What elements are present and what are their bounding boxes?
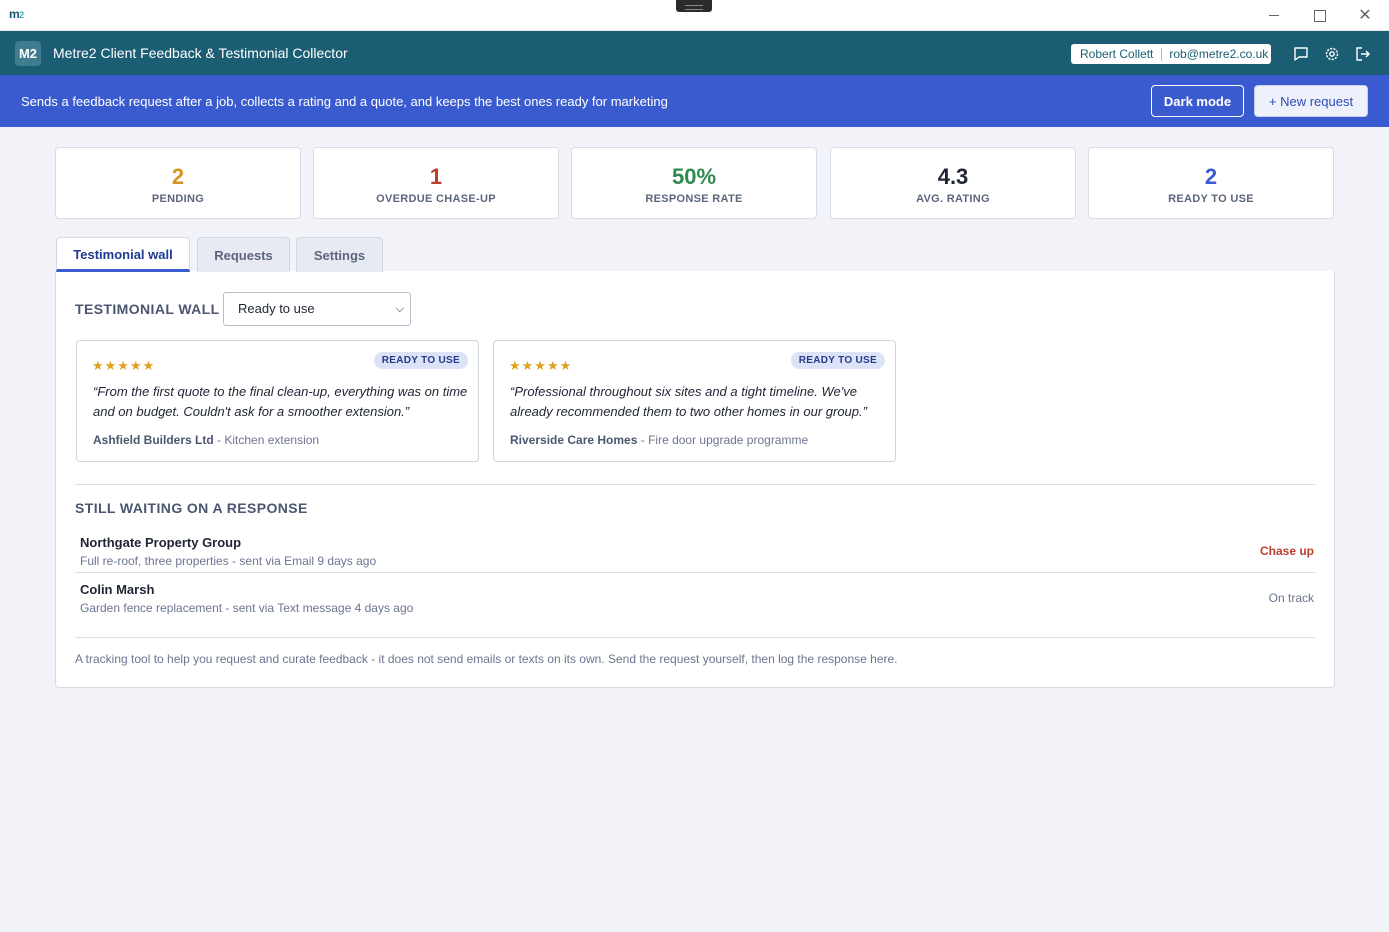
app-badge: M2 [15,41,41,66]
status-badge: READY TO USE [790,352,885,369]
section-divider [75,637,1315,638]
app-logo: m2 [9,7,24,21]
banner-description: Sends a feedback request after a job, co… [21,94,668,109]
chevron-down-icon: ⌵ [395,303,404,315]
job-name: - Fire door upgrade programme [637,433,809,447]
status-badge: READY TO USE [373,352,468,369]
tab-requests[interactable]: Requests [197,237,290,272]
feedback-chat-icon[interactable] [1292,45,1310,63]
tab-testimonial-wall[interactable]: Testimonial wall [56,237,190,272]
user-email: rob@metre2.co.uk [1169,47,1269,61]
stat-label: OVERDUE CHASE-UP [376,193,496,205]
stat-value: 2 [171,164,185,189]
stat-label: AVG. RATING [916,193,990,205]
client-name: Riverside Care Homes [510,433,638,447]
window-titlebar: m2 ✕ [0,0,1389,31]
minimize-button[interactable] [1264,6,1284,24]
testimonial-wall-title: TESTIMONIAL WALL [75,301,220,317]
intro-banner: Sends a feedback request after a job, co… [0,75,1389,127]
maximize-button[interactable] [1309,6,1329,24]
waiting-client-name: Northgate Property Group [80,535,242,550]
stat-card-avg-rating: 4.3 AVG. RATING [830,147,1076,219]
footnote: A tracking tool to help you request and … [75,652,898,666]
stat-value: 1 [429,164,443,189]
stat-label: PENDING [151,193,205,205]
stat-value: 2 [1204,164,1218,189]
client-name: Ashfield Builders Ltd [93,433,214,447]
stat-card-response-rate: 50% RESPONSE RATE [571,147,817,219]
stat-label: READY TO USE [1168,193,1254,205]
tab-settings[interactable]: Settings [296,237,383,272]
section-divider [75,484,1315,485]
testimonial-card[interactable]: ★★★★★ READY TO USE “From the first quote… [76,340,479,462]
stat-value: 4.3 [937,164,969,189]
logout-icon[interactable] [1354,45,1372,63]
stat-card-pending: 2 PENDING [55,147,301,219]
stat-label: RESPONSE RATE [645,193,743,205]
waiting-meta: Full re-roof, three properties - sent vi… [80,554,377,568]
new-request-button[interactable]: + New request [1254,85,1368,117]
waiting-row[interactable]: Colin Marsh Garden fence replacement - s… [75,579,1315,625]
stat-value: 50% [671,164,717,189]
star-rating-icon: ★★★★★ [92,358,156,373]
row-divider [75,572,1315,573]
testimonial-card[interactable]: ★★★★★ READY TO USE “Professional through… [493,340,896,462]
filter-value: Ready to use [238,301,315,316]
stat-card-overdue: 1 OVERDUE CHASE-UP [313,147,559,219]
waiting-title: STILL WAITING ON A RESPONSE [75,500,308,516]
status-text: On track [1268,591,1314,605]
dark-mode-button[interactable]: Dark mode [1151,85,1244,117]
waiting-client-name: Colin Marsh [80,582,155,597]
waiting-meta: Garden fence replacement - sent via Text… [80,601,414,615]
testimonial-quote: “Professional throughout six sites and a… [510,384,867,419]
settings-gear-icon[interactable] [1323,45,1341,63]
tab-panel [55,271,1335,688]
testimonial-attribution: Riverside Care Homes - Fire door upgrade… [510,433,808,447]
testimonial-attribution: Ashfield Builders Ltd - Kitchen extensio… [93,433,319,447]
user-name: Robert Collett [1071,47,1163,61]
wall-filter-select[interactable]: Ready to use ⌵ [223,292,411,326]
app-title: Metre2 Client Feedback & Testimonial Col… [53,45,348,61]
chase-up-button[interactable]: Chase up [1260,544,1314,558]
drag-handle[interactable] [676,0,712,12]
user-pill[interactable]: Robert Collett rob@metre2.co.uk [1071,44,1271,64]
job-name: - Kitchen extension [213,433,320,447]
app-header: M2 Metre2 Client Feedback & Testimonial … [0,31,1389,75]
testimonial-quote: “From the first quote to the final clean… [93,384,468,419]
close-window-button[interactable]: ✕ [1355,6,1375,24]
star-rating-icon: ★★★★★ [509,358,573,373]
stat-card-ready: 2 READY TO USE [1088,147,1334,219]
